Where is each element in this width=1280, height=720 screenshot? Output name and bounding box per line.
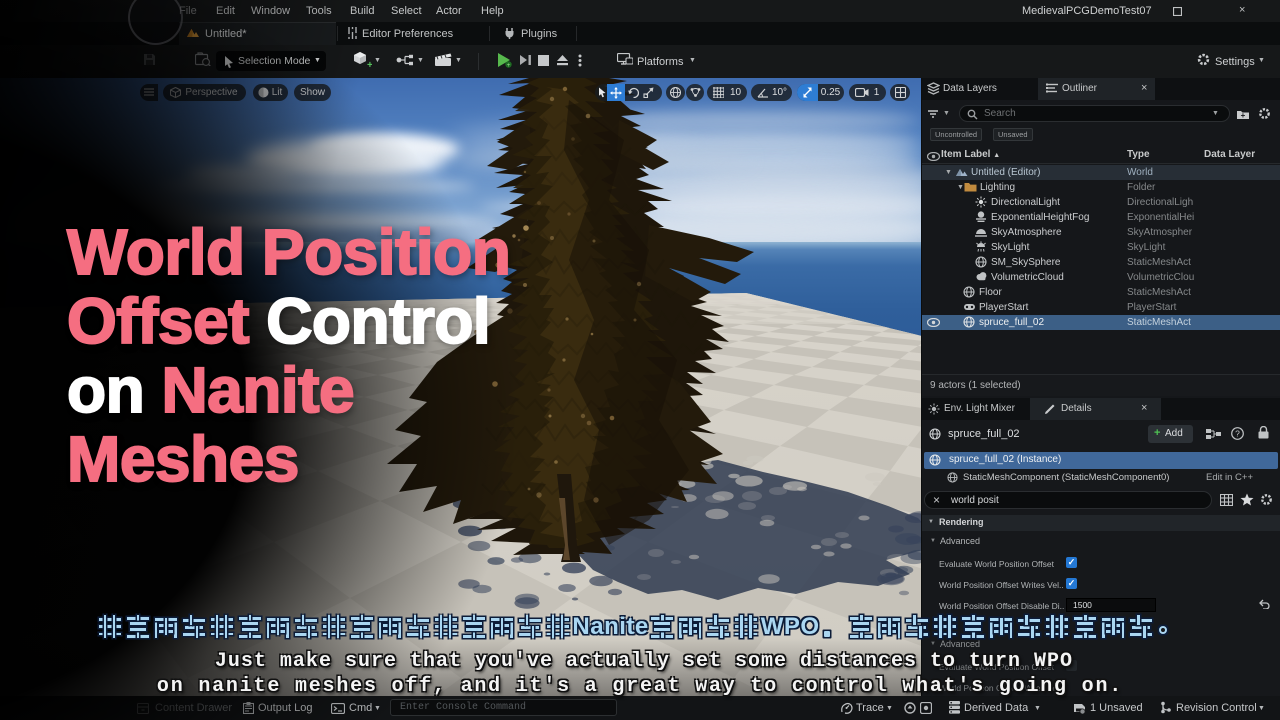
svg-text:?: ? bbox=[1235, 429, 1240, 439]
svg-text:+: + bbox=[1241, 111, 1246, 120]
